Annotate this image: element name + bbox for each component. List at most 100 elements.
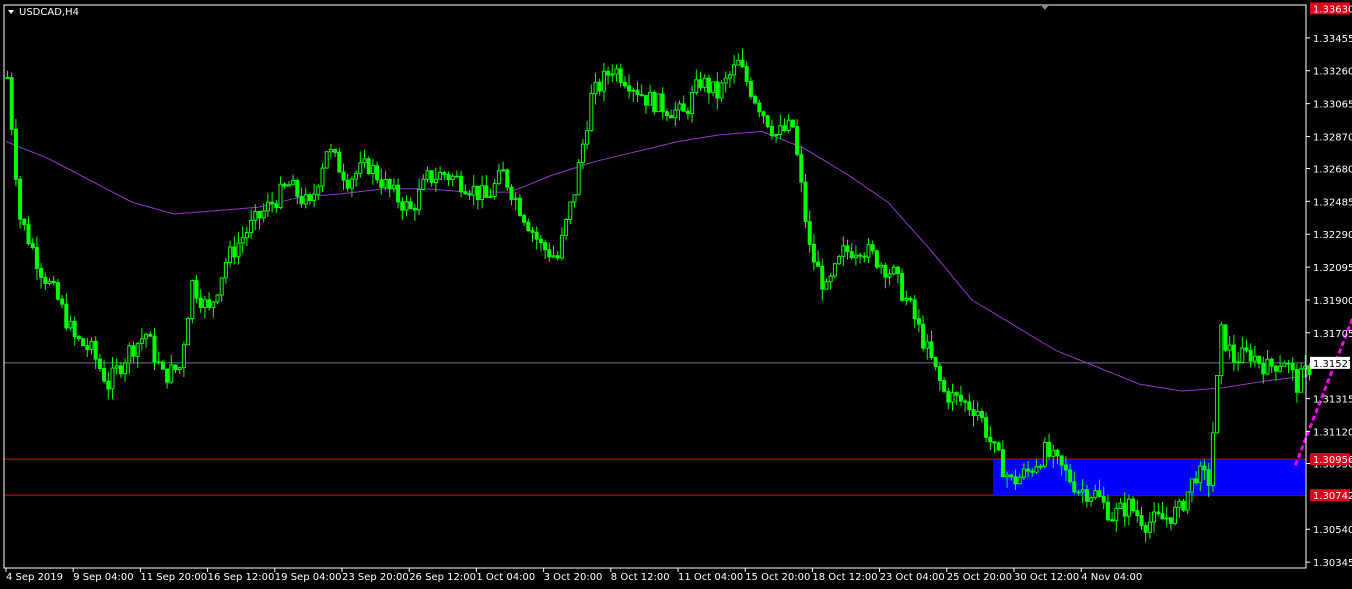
candle-body (186, 318, 191, 346)
candle-body (950, 392, 955, 403)
candle[interactable] (1219, 321, 1224, 385)
candle-body (648, 91, 653, 106)
x-tick-label: 11 Sep 20:00 (140, 572, 207, 583)
candle[interactable] (505, 168, 510, 191)
candle-body (454, 175, 459, 178)
price-chart[interactable]: 1.33455 1.33260 1.33065 1.32870 1.32680 1.324… (0, 0, 1352, 589)
candle[interactable] (186, 316, 191, 346)
candle-body (5, 76, 10, 79)
candle-body (1257, 355, 1262, 364)
candle-body (883, 264, 888, 278)
candle[interactable] (366, 156, 371, 176)
y-tick-label: 1.32870 (1313, 132, 1352, 143)
candle[interactable] (765, 114, 770, 129)
candle[interactable] (576, 158, 581, 196)
candle-body (933, 357, 938, 367)
candle-body (589, 93, 594, 132)
candle[interactable] (190, 279, 195, 324)
candle-body (669, 115, 674, 119)
candle[interactable] (324, 151, 329, 169)
candle-body (1286, 362, 1291, 365)
candle-body (702, 77, 707, 88)
zone-bottom-tag-label: 1.30742 (1313, 491, 1352, 502)
candle[interactable] (13, 118, 18, 187)
candle-body (627, 85, 632, 92)
candle-body (900, 273, 905, 301)
candle-body (496, 170, 501, 185)
candle-body (257, 211, 262, 219)
x-tick-label: 25 Oct 20:00 (947, 572, 1012, 583)
x-tick-label: 4 Sep 2019 (6, 572, 63, 583)
candle-body (303, 194, 308, 205)
candle[interactable] (803, 174, 808, 229)
candle-body (265, 201, 270, 212)
candle-body (307, 194, 312, 202)
candle-body (979, 411, 984, 419)
candle-body (1240, 347, 1245, 364)
y-tick-label: 1.33065 (1313, 100, 1352, 111)
candle[interactable] (832, 262, 837, 279)
candle-body (1126, 498, 1131, 517)
support-zone[interactable] (993, 460, 1305, 496)
candle-body (169, 364, 174, 383)
candle-body (417, 188, 422, 211)
candle[interactable] (837, 254, 842, 266)
candle-body (664, 111, 669, 117)
candle-body (799, 153, 804, 183)
candle-body (517, 197, 522, 217)
candle[interactable] (1131, 496, 1136, 514)
candle-body (837, 255, 842, 265)
candle-body (963, 400, 968, 403)
candle-body (786, 119, 791, 132)
candle-body (165, 368, 170, 383)
candle[interactable] (9, 72, 14, 136)
candle-body (1000, 449, 1005, 478)
candle-body (286, 184, 291, 187)
candle-body (1290, 363, 1295, 371)
x-tick-label: 30 Oct 12:00 (1014, 572, 1079, 583)
candle-body (908, 297, 913, 301)
candle-body (1093, 490, 1098, 499)
candle-body (1294, 369, 1299, 393)
candle-body (383, 178, 388, 188)
candle-body (564, 219, 569, 236)
candle-body (522, 215, 527, 223)
candle-body (1189, 478, 1194, 493)
candle[interactable] (652, 90, 657, 116)
candle-body (211, 301, 216, 308)
candle[interactable] (790, 119, 795, 129)
candle-body (160, 361, 165, 370)
candle-body (996, 442, 1001, 451)
candle[interactable] (753, 94, 758, 105)
candle-body (1055, 449, 1060, 457)
candle-body (1047, 441, 1052, 457)
candle-body (559, 234, 564, 259)
candle[interactable] (656, 93, 661, 113)
candle[interactable] (1223, 324, 1228, 353)
candle[interactable] (874, 249, 879, 270)
candle-body (450, 175, 455, 180)
candle[interactable] (900, 268, 905, 302)
candle-body (879, 264, 884, 268)
candle-body (320, 167, 325, 187)
candle[interactable] (1215, 375, 1220, 434)
candle-body (177, 367, 182, 371)
candle-body (387, 178, 392, 190)
candle[interactable] (81, 337, 86, 347)
candle-body (841, 245, 846, 257)
candle-body (68, 320, 73, 329)
candle-body (341, 171, 346, 181)
x-tick-label: 26 Sep 12:00 (409, 572, 476, 583)
candle-body (1013, 476, 1018, 485)
candle-body (114, 365, 119, 369)
candle-body (484, 185, 489, 198)
candle-body (694, 79, 699, 93)
candle-body (538, 238, 543, 244)
candle-body (795, 126, 800, 155)
x-tick-label: 3 Oct 20:00 (544, 572, 603, 583)
candle-body (1244, 347, 1249, 351)
candle-body (727, 74, 732, 79)
candle-body (400, 201, 405, 211)
candle-body (207, 299, 212, 308)
candle-body (576, 162, 581, 196)
